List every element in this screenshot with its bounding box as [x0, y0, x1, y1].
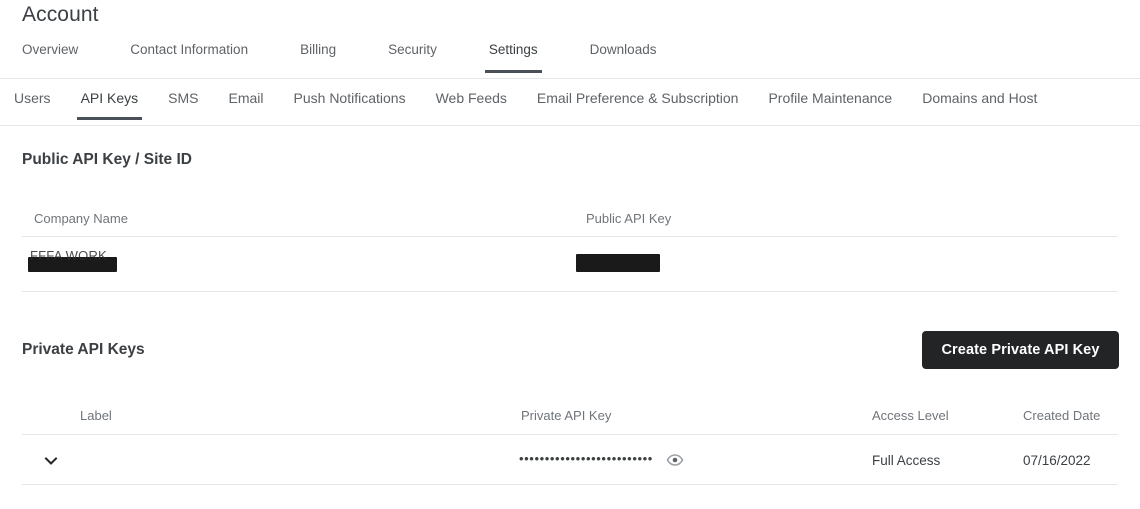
primary-nav-item-downloads[interactable]: Downloads — [590, 42, 657, 73]
redacted-public-api-key — [576, 254, 660, 272]
secondary-nav-item-domains-and-host[interactable]: Domains and Host — [922, 90, 1037, 120]
primary-nav-item-overview[interactable]: Overview — [22, 42, 78, 73]
secondary-nav-item-users[interactable]: Users — [14, 90, 51, 120]
redacted-company-name-ghost-text: FFFA WORK — [30, 248, 107, 263]
public-table-header-divider — [22, 236, 1118, 237]
secondary-nav-item-email[interactable]: Email — [229, 90, 264, 120]
secondary-nav-divider — [0, 125, 1140, 126]
column-header-access-level: Access Level — [872, 408, 949, 423]
column-header-created-date: Created Date — [1023, 408, 1101, 423]
primary-nav-item-security[interactable]: Security — [388, 42, 437, 73]
account-settings-page: Account Overview Contact Information Bil… — [0, 0, 1140, 509]
private-table-header-divider — [22, 434, 1118, 435]
primary-nav-divider — [0, 78, 1140, 79]
private-table-row-divider — [22, 484, 1118, 485]
chevron-down-icon[interactable] — [41, 451, 61, 471]
eye-icon[interactable] — [666, 451, 684, 469]
public-api-key-section-title: Public API Key / Site ID — [22, 151, 192, 168]
primary-nav-item-billing[interactable]: Billing — [300, 42, 336, 73]
private-api-key-masked-value: •••••••••••••••••••••••••• — [519, 451, 653, 466]
secondary-nav-item-web-feeds[interactable]: Web Feeds — [436, 90, 507, 120]
primary-nav-item-contact-information[interactable]: Contact Information — [130, 42, 248, 73]
primary-nav-item-settings[interactable]: Settings — [484, 42, 542, 73]
column-header-label: Label — [80, 408, 112, 423]
cell-created-date: 07/16/2022 — [1023, 453, 1091, 468]
secondary-nav-item-sms[interactable]: SMS — [168, 90, 198, 120]
redacted-company-name: FFFA WORK — [28, 248, 117, 272]
secondary-nav-item-push-notifications[interactable]: Push Notifications — [294, 90, 406, 120]
page-title: Account — [22, 3, 99, 26]
column-header-public-api-key: Public API Key — [586, 211, 672, 226]
column-header-company-name: Company Name — [34, 211, 128, 226]
secondary-nav-item-email-preference-subscription[interactable]: Email Preference & Subscription — [537, 90, 739, 120]
primary-nav: Overview Contact Information Billing Sec… — [0, 42, 1140, 78]
column-header-private-api-key: Private API Key — [521, 408, 612, 423]
create-private-api-key-button[interactable]: Create Private API Key — [922, 331, 1119, 369]
secondary-nav-item-api-keys[interactable]: API Keys — [76, 90, 142, 120]
secondary-nav-item-profile-maintenance[interactable]: Profile Maintenance — [768, 90, 892, 120]
secondary-nav: Users API Keys SMS Email Push Notificati… — [0, 90, 1140, 126]
cell-access-level: Full Access — [872, 453, 941, 468]
public-table-row-divider — [22, 291, 1118, 292]
private-api-keys-section-title: Private API Keys — [22, 341, 145, 358]
